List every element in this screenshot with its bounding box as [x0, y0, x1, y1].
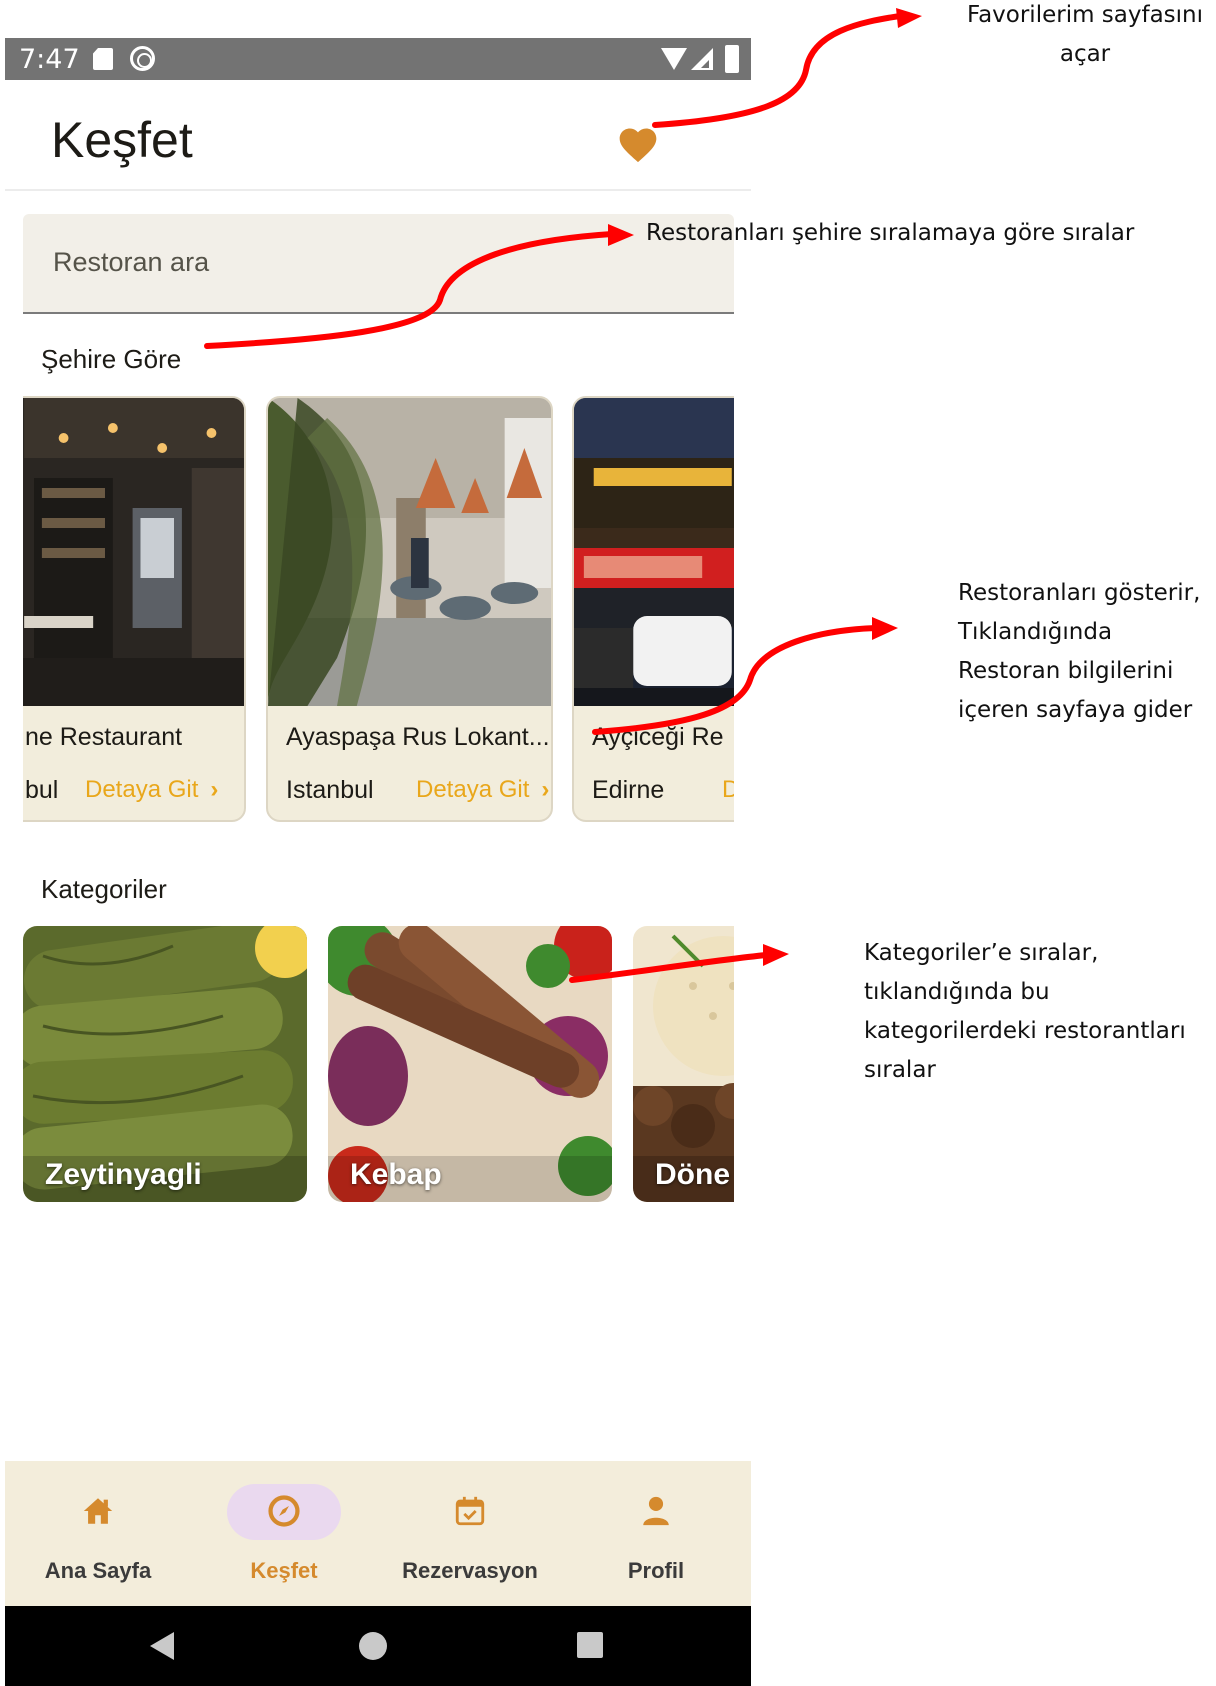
back-icon[interactable]	[150, 1632, 174, 1660]
nav-item-profile[interactable]: Profil	[563, 1461, 749, 1606]
category-card[interactable]: Zeytinyagli	[23, 926, 307, 1202]
phone-screen: 7:47 Keşfet Şehire Göre	[5, 38, 751, 1686]
home-icon	[83, 1498, 113, 1524]
status-bar: 7:47	[5, 38, 751, 80]
category-card[interactable]: Kebap	[328, 926, 612, 1202]
restaurant-image	[574, 398, 734, 706]
home-circle-icon[interactable]	[359, 1632, 387, 1660]
nav-label: Keşfet	[250, 1558, 318, 1583]
restaurant-name: Ayçiceği Re	[592, 723, 724, 751]
search-field	[23, 214, 734, 314]
restaurant-name: ne Restaurant	[25, 723, 183, 751]
header-divider	[5, 189, 751, 191]
annotation-city-sort: Restoranları şehire sıralamaya göre sıra…	[646, 220, 1135, 246]
recents-icon[interactable]	[577, 1632, 603, 1658]
annotation-cards: Restoranları gösterir, Tıklandığında Res…	[958, 580, 1201, 724]
nav-indicator	[227, 1484, 341, 1540]
nav-indicator	[413, 1484, 527, 1540]
section-title-categories: Kategoriler	[41, 874, 167, 904]
nav-item-discover[interactable]: Keşfet	[191, 1461, 377, 1606]
search-input[interactable]	[53, 240, 703, 284]
nav-label: Ana Sayfa	[44, 1558, 152, 1583]
favorites-button[interactable]	[616, 123, 660, 167]
bottom-navigation: Ana Sayfa Keşfet Rezervasyon Profil	[5, 1461, 751, 1606]
category-label: Kebap	[350, 1158, 442, 1191]
category-label: Zeytinyagli	[45, 1158, 202, 1191]
compass-icon	[268, 1495, 300, 1527]
restaurant-card[interactable]: ne Restaurant bul Detaya Git ›	[23, 396, 246, 822]
restaurant-city: bul	[25, 776, 59, 804]
calendar-check-icon	[455, 1496, 485, 1526]
restaurant-card[interactable]: Ayaspaşa Rus Lokant... Istanbul Detaya G…	[266, 396, 553, 822]
detail-link-label: Detaya Git	[722, 776, 734, 803]
section-title-by-city: Şehire Göre	[41, 344, 182, 374]
restaurant-image	[23, 398, 244, 706]
restaurant-card[interactable]: Ayçiceği Re Edirne Detaya Git›	[572, 396, 734, 822]
annotation-categories: Kategoriler’e sıralar, tıklandığında bu …	[864, 940, 1186, 1084]
detail-link[interactable]: Detaya Git ›	[85, 776, 218, 804]
detail-link-label: Detaya Git	[85, 776, 199, 803]
chevron-right-icon: ›	[210, 776, 219, 803]
nav-item-home[interactable]: Ana Sayfa	[5, 1461, 191, 1606]
detail-link[interactable]: Detaya Git›	[722, 776, 734, 804]
battery-icon	[725, 45, 739, 73]
restaurant-city: Istanbul	[286, 776, 374, 804]
annotation-favorites: Favorilerim sayfasını açar	[966, 2, 1204, 68]
detail-link-label: Detaya Git	[416, 776, 530, 803]
chevron-right-icon: ›	[541, 776, 550, 803]
heart-icon	[619, 128, 657, 163]
nav-label: Profil	[627, 1558, 685, 1583]
restaurant-image	[268, 398, 551, 706]
category-carousel[interactable]: Zeytinyagli Kebap Döne	[23, 926, 734, 1204]
system-navigation-bar	[5, 1606, 751, 1686]
nav-indicator	[599, 1484, 713, 1540]
sd-card-icon	[93, 48, 113, 70]
signal-icon	[691, 48, 713, 70]
person-icon	[643, 1496, 669, 1526]
category-label: Döne	[655, 1158, 730, 1191]
detail-link[interactable]: Detaya Git ›	[416, 776, 549, 804]
nav-item-reservation[interactable]: Rezervasyon	[377, 1461, 563, 1606]
restaurant-city: Edirne	[592, 776, 665, 804]
nav-label: Rezervasyon	[402, 1558, 538, 1583]
sync-icon	[130, 46, 155, 71]
category-card[interactable]: Döne	[633, 926, 734, 1202]
restaurant-carousel[interactable]: ne Restaurant bul Detaya Git › Ayaspaşa …	[23, 396, 734, 826]
wifi-icon	[661, 48, 687, 70]
restaurant-name: Ayaspaşa Rus Lokant...	[286, 723, 550, 751]
page-title: Keşfet	[51, 112, 193, 168]
nav-indicator	[41, 1484, 155, 1540]
status-time: 7:47	[19, 44, 80, 75]
